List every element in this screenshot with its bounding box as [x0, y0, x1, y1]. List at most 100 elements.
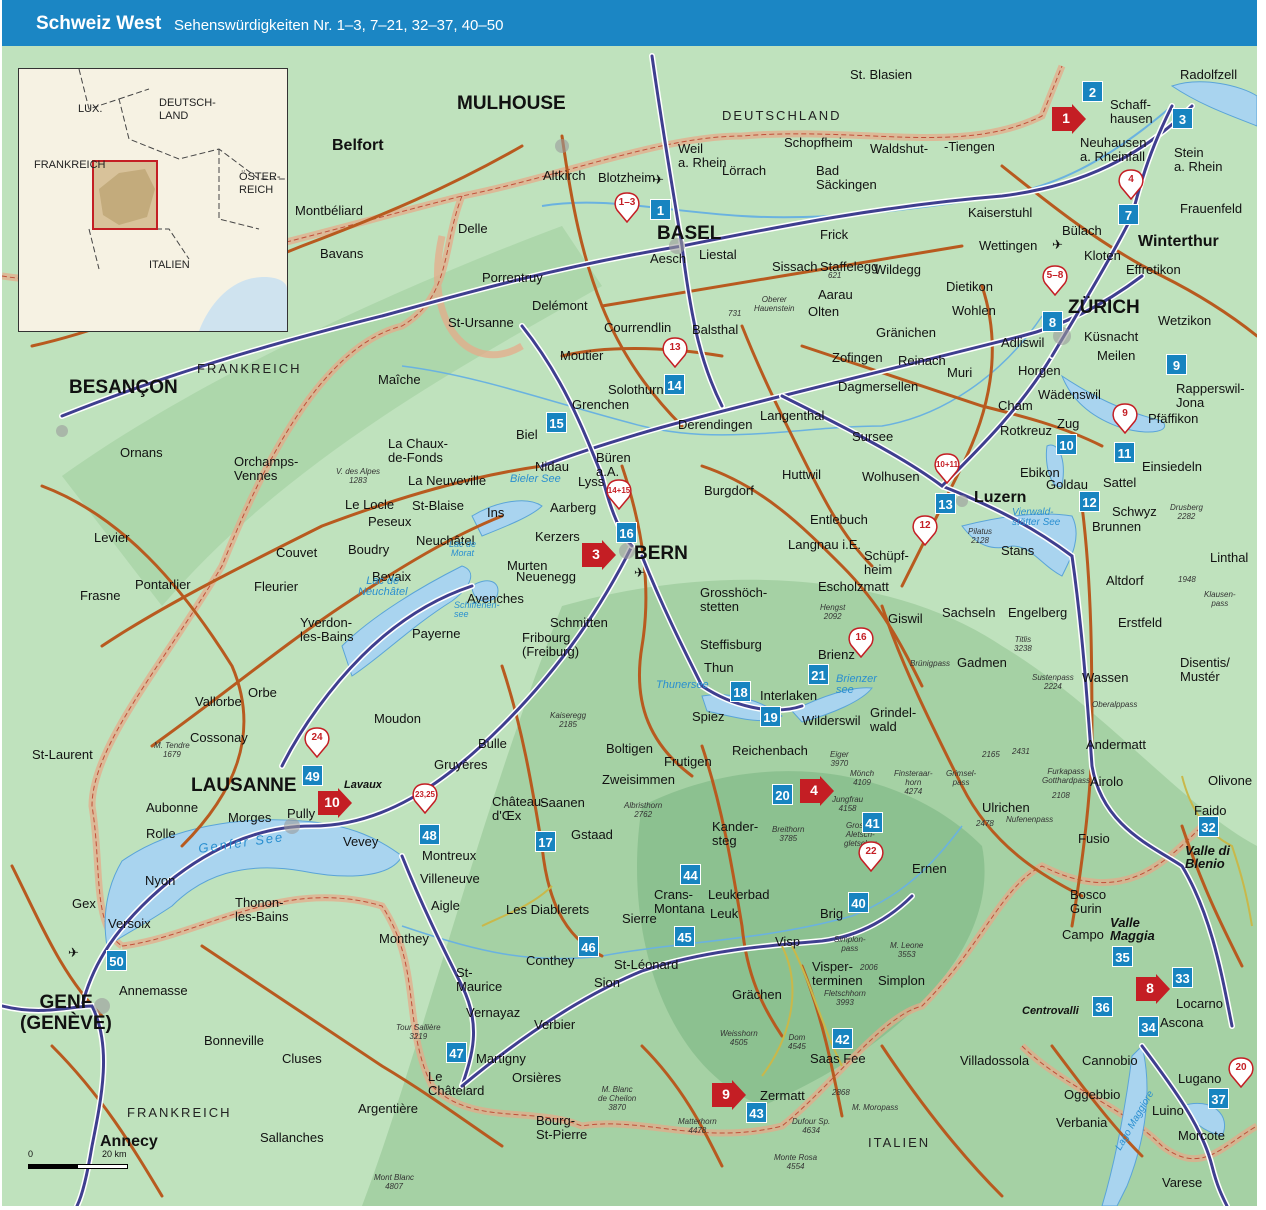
- marker-arrow-3[interactable]: 3: [582, 540, 616, 570]
- marker-arrow-4[interactable]: 4: [800, 776, 834, 806]
- town-grindelwald[interactable]: Grindel- wald: [870, 705, 916, 735]
- town-frasne[interactable]: Frasne: [80, 589, 120, 602]
- marker-blue-35[interactable]: 35: [1112, 946, 1133, 967]
- town-brunnen[interactable]: Brunnen: [1092, 520, 1141, 533]
- town-wettingen[interactable]: Wettingen: [979, 239, 1037, 252]
- town-neuenegg[interactable]: Neuenegg: [516, 570, 576, 583]
- city-bern[interactable]: BERN: [634, 544, 688, 563]
- marker-pin-8[interactable]: 14+15: [606, 478, 632, 511]
- town-campo[interactable]: Campo: [1062, 928, 1104, 941]
- town-le-chatelard[interactable]: Le Châtelard: [428, 1069, 484, 1099]
- town-zug[interactable]: Zug: [1057, 417, 1079, 430]
- town-gruyeres[interactable]: Gruyères: [434, 758, 487, 771]
- town-grachen[interactable]: Grächen: [732, 988, 782, 1001]
- town-interlaken[interactable]: Interlaken: [760, 689, 817, 702]
- city-mulhouse[interactable]: MULHOUSE: [457, 94, 566, 113]
- town-thun[interactable]: Thun: [704, 661, 734, 674]
- town-wolhusen[interactable]: Wolhusen: [862, 470, 920, 483]
- town-gstaad[interactable]: Gstaad: [571, 828, 613, 841]
- town-nidau[interactable]: Nidau: [535, 460, 569, 473]
- marker-arrow-1[interactable]: 1: [1052, 104, 1086, 134]
- city-basel[interactable]: BASEL: [657, 224, 721, 243]
- town-luino[interactable]: Luino: [1152, 1104, 1184, 1117]
- town-varese[interactable]: Varese: [1162, 1176, 1202, 1189]
- town-erstfeld[interactable]: Erstfeld: [1118, 616, 1162, 629]
- town-zofingen[interactable]: Zofingen: [832, 351, 883, 364]
- town-leukerbad[interactable]: Leukerbad: [708, 888, 769, 901]
- town-adliswil[interactable]: Adliswil: [1001, 336, 1044, 349]
- town-blotzheim[interactable]: Blotzheim: [598, 171, 655, 184]
- town-argentiere[interactable]: Argentière: [358, 1102, 418, 1115]
- marker-pin-11[interactable]: 22: [858, 840, 884, 873]
- town-kandersteg[interactable]: Kander- steg: [712, 819, 758, 849]
- town-kloten[interactable]: Kloten: [1084, 249, 1121, 262]
- town-aesch[interactable]: Aesch: [650, 252, 686, 265]
- town-verbier[interactable]: Verbier: [534, 1018, 575, 1031]
- marker-blue-49[interactable]: 49: [302, 765, 323, 786]
- town-weil[interactable]: Weil a. Rhein: [678, 141, 726, 171]
- town-annecy[interactable]: Annecy: [100, 1134, 158, 1150]
- town-wildegg[interactable]: Wildegg: [874, 263, 921, 276]
- marker-blue-16[interactable]: 16: [616, 522, 637, 543]
- town-conthey[interactable]: Conthey: [526, 954, 574, 967]
- marker-blue-47[interactable]: 47: [446, 1042, 467, 1063]
- town-peseux[interactable]: Peseux: [368, 515, 411, 528]
- town-cham[interactable]: Cham: [998, 399, 1033, 412]
- town-effretikon[interactable]: Effretikon: [1126, 263, 1181, 276]
- marker-pin-10[interactable]: 20: [1228, 1056, 1254, 1089]
- town-visp[interactable]: Visp: [775, 935, 800, 948]
- town-lyss[interactable]: Lyss: [578, 475, 604, 488]
- town-frauenfeld[interactable]: Frauenfeld: [1180, 202, 1242, 215]
- marker-blue-9[interactable]: 9: [1166, 354, 1187, 375]
- marker-pin-9[interactable]: 16: [848, 626, 874, 659]
- marker-blue-15[interactable]: 15: [546, 412, 567, 433]
- town-gex[interactable]: Gex: [72, 897, 96, 910]
- town-aubonne[interactable]: Aubonne: [146, 801, 198, 814]
- marker-pin-13[interactable]: 24: [304, 726, 330, 759]
- town-verbania[interactable]: Verbania: [1056, 1116, 1107, 1129]
- town-fleurier[interactable]: Fleurier: [254, 580, 298, 593]
- town-rolle[interactable]: Rolle: [146, 827, 176, 840]
- town-liestal[interactable]: Liestal: [699, 248, 737, 261]
- marker-blue-17[interactable]: 17: [535, 831, 556, 852]
- town-ornans[interactable]: Ornans: [120, 446, 163, 459]
- town-cossonay[interactable]: Cossonay: [190, 731, 248, 744]
- town-engelberg[interactable]: Engelberg: [1008, 606, 1067, 619]
- town-kerzers[interactable]: Kerzers: [535, 530, 580, 543]
- marker-pin-5[interactable]: 10+11: [934, 452, 960, 485]
- town-frick[interactable]: Frick: [820, 228, 848, 241]
- town-escholzmatt[interactable]: Escholzmatt: [818, 580, 889, 593]
- town-les-diablerets[interactable]: Les Diablerets: [506, 903, 589, 916]
- town-cluses[interactable]: Cluses: [282, 1052, 322, 1065]
- town-kusnacht[interactable]: Küsnacht: [1084, 330, 1138, 343]
- town-thonon[interactable]: Thonon- les-Bains: [235, 895, 288, 925]
- town-locarno[interactable]: Locarno: [1176, 997, 1223, 1010]
- town-fusio[interactable]: Fusio: [1078, 832, 1110, 845]
- town-bavans[interactable]: Bavans: [320, 247, 363, 260]
- town-st-maurice[interactable]: St- Maurice: [456, 965, 502, 995]
- town-villeneuve[interactable]: Villeneuve: [420, 872, 480, 885]
- town-bulach[interactable]: Bülach: [1062, 224, 1102, 237]
- town-olivone[interactable]: Olivone: [1208, 774, 1252, 787]
- town-andermatt[interactable]: Andermatt: [1086, 738, 1146, 751]
- town-schmitten[interactable]: Schmitten: [550, 616, 608, 629]
- town-vallorbe[interactable]: Vallorbe: [195, 695, 242, 708]
- town-biel[interactable]: Biel: [516, 428, 538, 441]
- marker-blue-34[interactable]: 34: [1138, 1016, 1159, 1037]
- city-besancon[interactable]: BESANÇON: [69, 378, 178, 397]
- town-langenthal[interactable]: Langenthal: [760, 409, 824, 422]
- map-view[interactable]: LUX. DEUTSCH- LAND FRANKREICH ÖSTER- REI…: [2, 46, 1257, 1206]
- town-boltigen[interactable]: Boltigen: [606, 742, 653, 755]
- marker-blue-46[interactable]: 46: [578, 936, 599, 957]
- town-chateau-doex[interactable]: Château- d'Œx: [492, 794, 545, 824]
- town-huttwil[interactable]: Huttwil: [782, 468, 821, 481]
- town-stans[interactable]: Stans: [1001, 544, 1034, 557]
- town-nyon[interactable]: Nyon: [145, 874, 175, 887]
- town-bad-sackingen[interactable]: Bad Säckingen: [816, 163, 877, 193]
- town-grenchen[interactable]: Grenchen: [572, 398, 629, 411]
- city-zurich[interactable]: ZÜRICH: [1068, 298, 1140, 317]
- marker-blue-12[interactable]: 12: [1079, 491, 1100, 512]
- marker-blue-44[interactable]: 44: [680, 864, 701, 885]
- city-genf[interactable]: GENF (GENÈVE): [20, 992, 112, 1035]
- town-ascona[interactable]: Ascona: [1160, 1016, 1203, 1029]
